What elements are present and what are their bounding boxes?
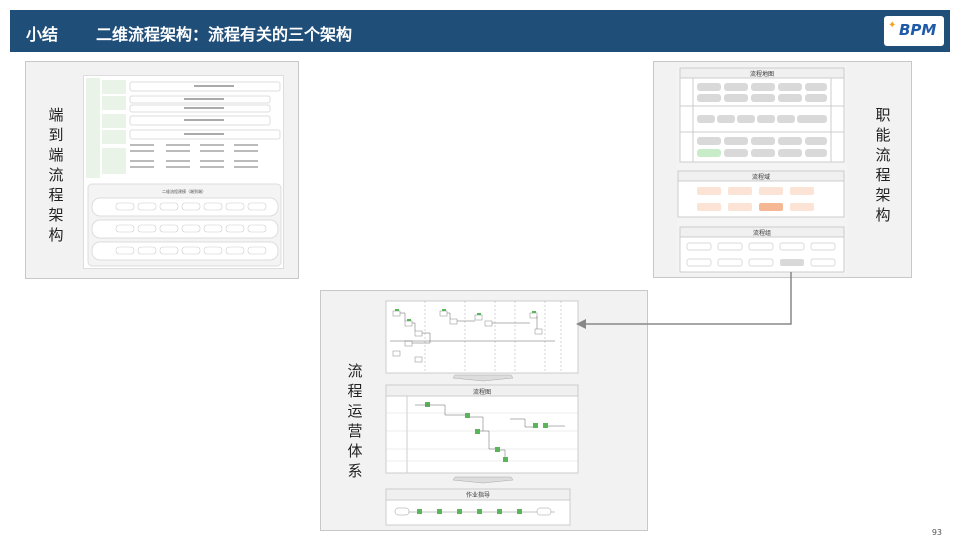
label-text: 职能流程架构 bbox=[875, 106, 891, 224]
title-bar: 小结 二维流程架构：流程有关的三个架构 ✦ BPM bbox=[10, 10, 950, 52]
slide-title: 二维流程架构：流程有关的三个架构 bbox=[96, 25, 353, 44]
e2e-panel-title: 二维流程建模（端到端） bbox=[162, 188, 206, 194]
functional-thumbnail: 流程地图 流程域 流程组 bbox=[677, 66, 847, 274]
section-tag: 小结 bbox=[26, 25, 59, 44]
logo-text: BPM bbox=[899, 21, 937, 39]
panel-functional: 流程地图 流程域 流程组 职能流程架构 bbox=[653, 61, 912, 278]
panel-label-operations: 流程运营体系 bbox=[345, 361, 365, 481]
panel-operations: 流程运营体系 流程图 作业指导 bbox=[320, 290, 648, 531]
group-title: 流程组 bbox=[753, 229, 771, 237]
job-title: 作业指导 bbox=[466, 491, 490, 499]
chart-title: 流程图 bbox=[473, 388, 491, 396]
end-to-end-thumbnail: 二维流程建模（端到端） bbox=[83, 75, 284, 269]
operations-thumbnail: 流程图 作业指导 bbox=[385, 299, 579, 527]
logo-star-icon: ✦ bbox=[888, 20, 897, 31]
domain-title: 流程域 bbox=[752, 173, 770, 181]
page-number: 93 bbox=[931, 528, 942, 537]
panel-label-functional: 职能流程架构 bbox=[873, 105, 893, 225]
label-text: 流程运营体系 bbox=[347, 362, 363, 480]
bpm-logo: ✦ BPM bbox=[884, 16, 944, 46]
map-title: 流程地图 bbox=[750, 70, 774, 78]
panel-label-end-to-end: 端到端流程架构 bbox=[46, 105, 66, 245]
label-text: 端到端流程架构 bbox=[48, 106, 64, 244]
panel-end-to-end: 端到端流程架构 二维流程建模（端到端） bbox=[25, 61, 299, 279]
